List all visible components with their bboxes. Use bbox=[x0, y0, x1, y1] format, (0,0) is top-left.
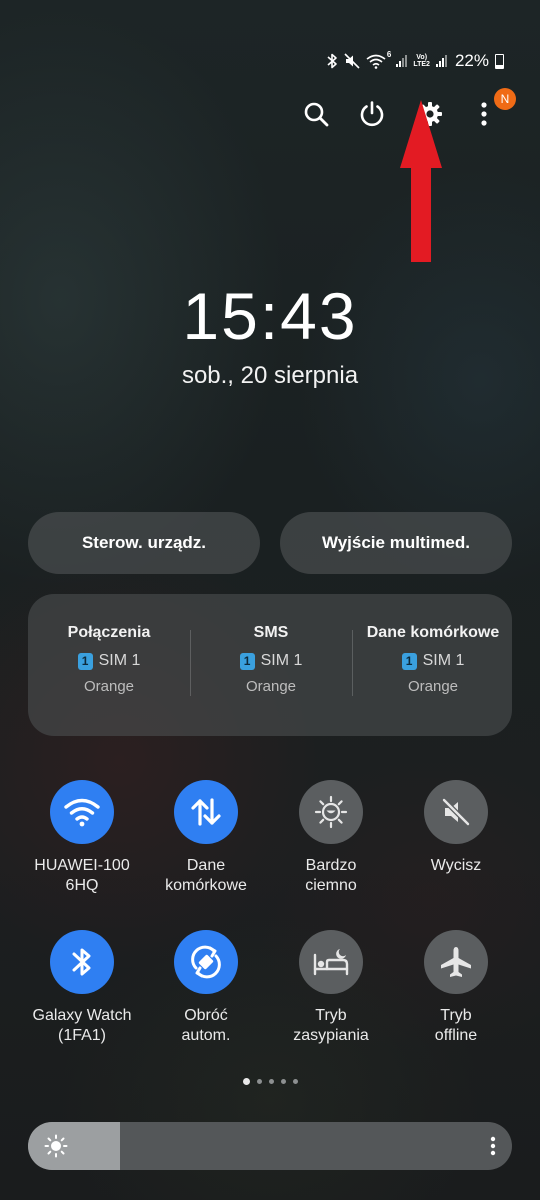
brightness-slider[interactable] bbox=[28, 1122, 512, 1170]
mute-icon bbox=[442, 798, 470, 826]
wifi-icon bbox=[64, 798, 100, 827]
sim-mobile-data[interactable]: Dane komórkowe 1 SIM 1 Orange bbox=[352, 624, 514, 695]
page-dot bbox=[292, 1079, 298, 1084]
sim-sms-operator: Orange bbox=[245, 678, 297, 695]
device-control-button[interactable]: Sterow. urządz. bbox=[28, 512, 260, 574]
wifi-6-icon: 6 bbox=[366, 50, 391, 69]
volte-label: Vo) bbox=[416, 54, 428, 61]
volte-icon: Vo) LTE2 bbox=[413, 54, 430, 68]
mobile-data-icon bbox=[191, 798, 221, 826]
page-dot bbox=[268, 1079, 274, 1084]
sim-sms-title: SMS bbox=[253, 624, 289, 641]
tile-extra-dim-label: Bardzo ciemno bbox=[305, 857, 357, 894]
sim-manager-panel: Połączenia 1 SIM 1 Orange SMS 1 SIM 1 Or… bbox=[28, 594, 512, 736]
clock-time: 15:43 bbox=[182, 279, 358, 353]
sim-sms[interactable]: SMS 1 SIM 1 Orange bbox=[190, 624, 352, 695]
page-dot bbox=[242, 1078, 250, 1085]
brightness-more-icon[interactable] bbox=[490, 1136, 496, 1156]
page-indicator[interactable] bbox=[0, 1078, 540, 1085]
bluetooth-icon bbox=[327, 53, 338, 69]
sun-icon bbox=[44, 1134, 68, 1158]
sim-card-icon: 1 bbox=[239, 652, 255, 670]
more-options-button[interactable]: N bbox=[466, 88, 516, 132]
sim-data-title: Dane komórkowe bbox=[366, 624, 500, 641]
tile-bluetooth[interactable]: Galaxy Watch (1FA1) bbox=[17, 930, 147, 1046]
lte-label: LTE2 bbox=[413, 61, 430, 68]
notification-badge: N bbox=[494, 88, 516, 110]
tile-airplane-mode[interactable]: Tryb offline bbox=[391, 930, 521, 1046]
power-icon bbox=[360, 101, 384, 127]
battery-icon bbox=[495, 53, 504, 69]
clock-date: sob., 20 sierpnia bbox=[181, 362, 359, 389]
extra-dim-icon bbox=[314, 795, 348, 829]
tile-airplane-mode-label: Tryb offline bbox=[434, 1007, 478, 1044]
media-output-button[interactable]: Wyjście multimed. bbox=[280, 512, 512, 574]
red-arrow-annotation bbox=[400, 100, 442, 262]
sim-calls-operator: Orange bbox=[83, 678, 135, 695]
tile-mobile-data-label: Dane komórkowe bbox=[165, 857, 247, 894]
tile-wifi-label: HUAWEI-100 6HQ bbox=[34, 857, 130, 894]
sim-calls-title: Połączenia bbox=[67, 624, 151, 641]
bed-icon bbox=[313, 949, 349, 976]
more-vertical-icon bbox=[481, 102, 487, 126]
sim-calls[interactable]: Połączenia 1 SIM 1 Orange bbox=[28, 624, 190, 695]
page-dot bbox=[280, 1079, 286, 1084]
sim-card-icon: 1 bbox=[401, 652, 417, 670]
sim-sms-sim: SIM 1 bbox=[260, 652, 303, 669]
search-button[interactable] bbox=[298, 96, 334, 132]
tile-mute-label: Wycisz bbox=[430, 857, 482, 874]
sim-data-operator: Orange bbox=[407, 678, 459, 695]
power-button[interactable] bbox=[354, 96, 390, 132]
page-dot bbox=[256, 1079, 262, 1084]
signal-icon bbox=[396, 55, 408, 67]
signal-icon bbox=[435, 55, 447, 67]
tile-wifi[interactable]: HUAWEI-100 6HQ bbox=[17, 780, 147, 896]
tile-auto-rotate-label: Obróć autom. bbox=[181, 1007, 231, 1044]
status-bar: 6 Vo) LTE2 22% bbox=[326, 50, 504, 72]
airplane-icon bbox=[441, 947, 471, 977]
sim-card-icon: 1 bbox=[77, 652, 93, 670]
brightness-level bbox=[28, 1122, 120, 1170]
sim-data-sim: SIM 1 bbox=[422, 652, 465, 669]
tile-mobile-data[interactable]: Dane komórkowe bbox=[141, 780, 271, 896]
wifi-standard-label: 6 bbox=[386, 50, 392, 59]
mute-icon bbox=[344, 53, 360, 69]
sim-calls-sim: SIM 1 bbox=[98, 652, 141, 669]
tile-extra-dim[interactable]: Bardzo ciemno bbox=[266, 780, 396, 896]
tile-sleep-mode[interactable]: Tryb zasypiania bbox=[266, 930, 396, 1046]
tile-bluetooth-label: Galaxy Watch (1FA1) bbox=[32, 1007, 132, 1044]
tile-auto-rotate[interactable]: Obróć autom. bbox=[141, 930, 271, 1046]
search-icon bbox=[304, 102, 329, 127]
auto-rotate-icon bbox=[191, 945, 221, 979]
tile-sleep-mode-label: Tryb zasypiania bbox=[293, 1007, 369, 1044]
bluetooth-icon bbox=[72, 948, 91, 976]
tile-mute[interactable]: Wycisz bbox=[391, 780, 521, 876]
battery-percent: 22% bbox=[454, 51, 489, 70]
